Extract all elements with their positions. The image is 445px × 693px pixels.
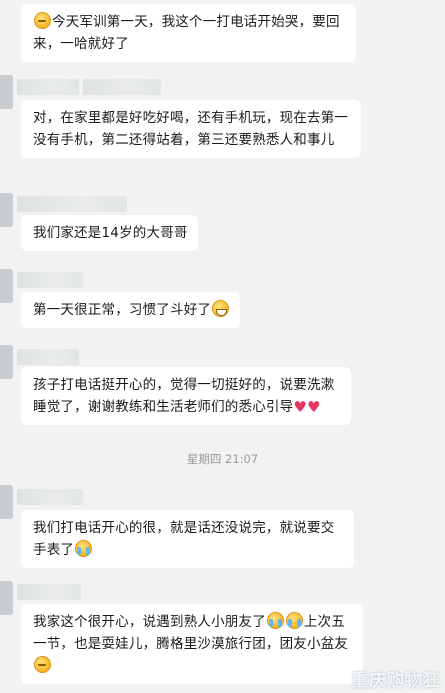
grinning-face-icon	[212, 300, 230, 317]
laughing-crying-face-icon	[266, 612, 284, 629]
message-text: 孩子打电话挺开心的，觉得一切挺好的，说要洗漱睡觉了，谢谢教练和生活老师们的悉心引…	[33, 377, 335, 415]
sender-name	[17, 584, 81, 600]
message-bubble[interactable]: 对，在家里都是好吃好喝，还有手机玩，现在去第一没有手机，第二还得站着，第三还要熟…	[21, 100, 361, 158]
sender-name	[17, 349, 79, 365]
sender-name	[17, 272, 83, 288]
heart-icon: ♥	[293, 398, 307, 416]
thinking-face-icon	[34, 656, 51, 673]
message-text: 我家这个很开心，说遇到熟人小朋友了	[33, 614, 266, 630]
avatar[interactable]	[0, 269, 13, 303]
watermark-logo: 重庆购物狂	[351, 671, 441, 691]
message-text: 第一天很正常，习惯了斗好了	[33, 302, 212, 318]
timestamp-divider: 星期四 21:07	[186, 452, 259, 466]
message-bubble[interactable]: 第一天很正常，习惯了斗好了	[21, 292, 241, 328]
message-text: 我们家还是14岁的大哥哥	[33, 225, 188, 241]
message-text: 今天军训第一天，我这个一打电话开始哭，要回来，一哈就好了	[33, 14, 340, 52]
heart-icon: ♥	[306, 398, 321, 416]
avatar[interactable]	[0, 75, 13, 109]
sender-name	[17, 196, 127, 212]
sender-name	[17, 489, 83, 505]
avatar[interactable]	[0, 345, 13, 379]
avatar[interactable]	[0, 193, 13, 227]
sender-name	[83, 79, 161, 95]
message-text: 对，在家里都是好吃好喝，还有手机玩，现在去第一没有手机，第二还得站着，第三还要熟…	[33, 110, 349, 148]
thinking-face-icon	[34, 12, 51, 29]
avatar[interactable]	[0, 581, 13, 615]
message-bubble[interactable]: 我们家还是14岁的大哥哥	[21, 215, 198, 251]
message-bubble[interactable]: 今天军训第一天，我这个一打电话开始哭，要回来，一哈就好了	[21, 4, 356, 62]
avatar[interactable]	[0, 485, 13, 519]
message-bubble[interactable]: 我家这个很开心，说遇到熟人小朋友了 上次五一节，也是耍娃儿，腾格里沙漠旅行团，团友…	[21, 604, 363, 684]
laughing-crying-face-icon	[285, 612, 303, 629]
sender-name	[17, 79, 79, 95]
message-bubble[interactable]: 我们打电话开心的很，就是话还没说完，就说要交手表了	[21, 510, 354, 568]
laughing-crying-face-icon	[75, 540, 93, 557]
message-bubble[interactable]: 孩子打电话挺开心的，觉得一切挺好的，说要洗漱睡觉了，谢谢教练和生活老师们的悉心引…	[21, 367, 351, 425]
